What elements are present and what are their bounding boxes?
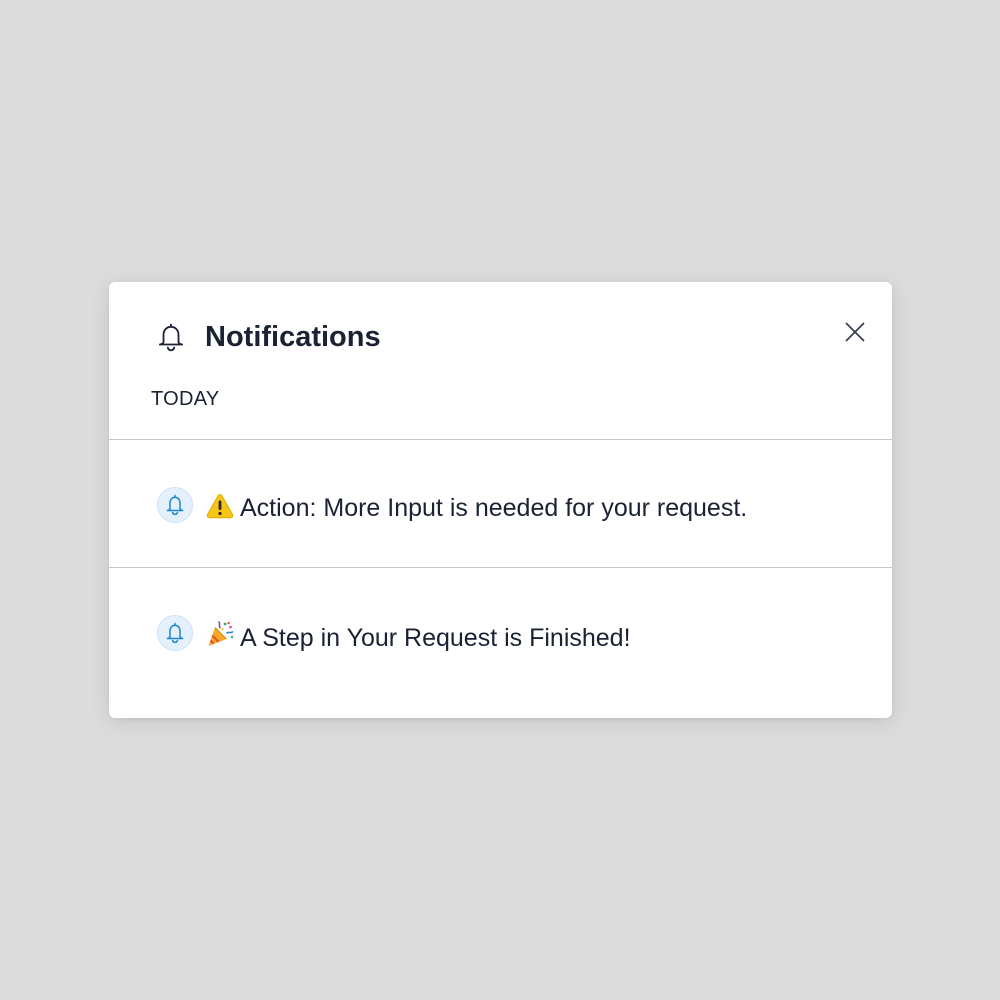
- notification-badge: [157, 615, 193, 651]
- close-button[interactable]: [841, 318, 869, 346]
- party-popper-icon: [205, 619, 235, 649]
- notification-text: A Step in Your Request is Finished!: [240, 624, 631, 652]
- notification-item[interactable]: A Step in Your Request is Finished!: [109, 569, 892, 718]
- notifications-panel: Notifications TODAY Action: More Input i…: [109, 282, 892, 718]
- notification-item[interactable]: Action: More Input is needed for your re…: [109, 441, 892, 567]
- close-icon[interactable]: [841, 318, 869, 346]
- panel-title: Notifications: [205, 321, 381, 353]
- notification-badge: [157, 487, 193, 523]
- divider: [109, 567, 892, 568]
- panel-header: Notifications TODAY: [109, 282, 892, 440]
- divider: [109, 439, 892, 440]
- bell-icon: [154, 320, 188, 354]
- bell-icon: [166, 494, 184, 516]
- notification-text: Action: More Input is needed for your re…: [240, 494, 748, 522]
- section-label-today: TODAY: [151, 388, 220, 410]
- warning-icon: [205, 491, 235, 521]
- bell-icon: [166, 622, 184, 644]
